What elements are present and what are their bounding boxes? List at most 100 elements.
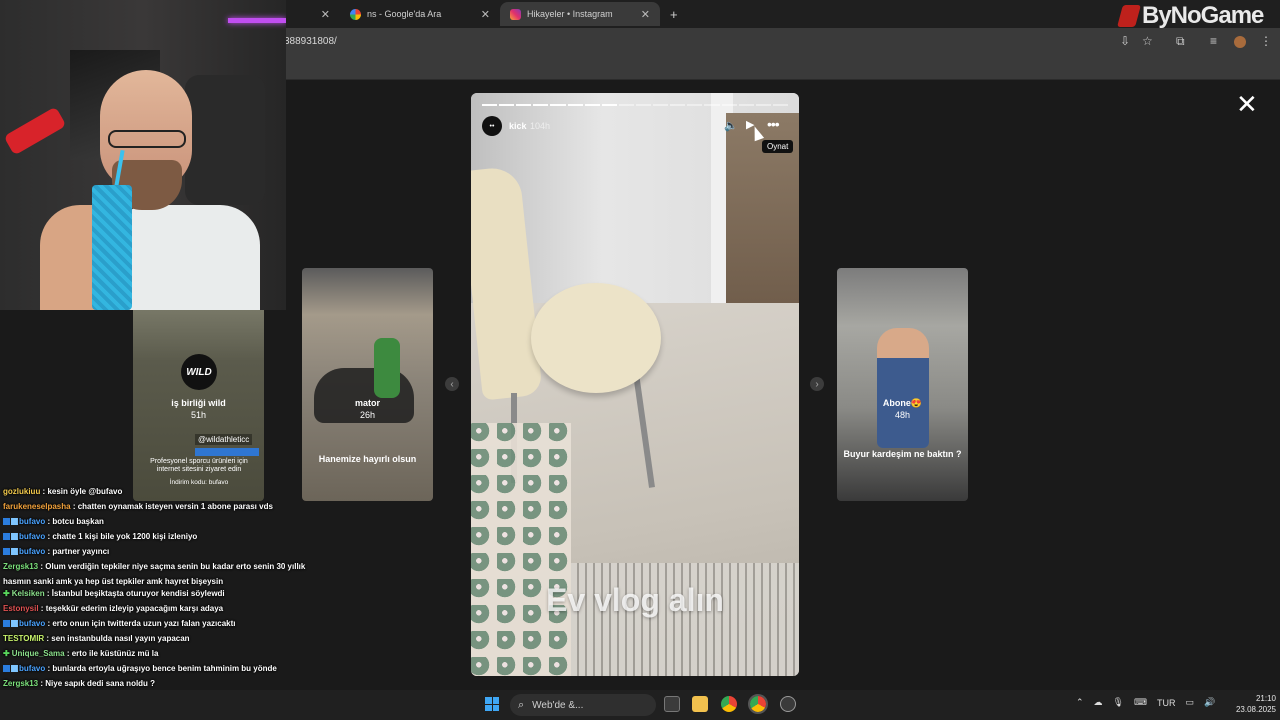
browser-tab-google[interactable]: ns - Google'da Ara ✕ <box>340 2 500 26</box>
chat-username: bufavo <box>19 547 46 556</box>
close-tab-icon[interactable]: ✕ <box>321 8 330 21</box>
chrome-icon[interactable] <box>721 696 737 712</box>
bynogame-watermark: ByNoGame <box>1117 2 1264 30</box>
app-icon[interactable] <box>780 696 796 712</box>
previous-story-button[interactable]: ‹ <box>445 377 459 391</box>
browser-tab[interactable]: ✕ <box>286 2 340 26</box>
subscriber-badge-icon <box>11 620 18 627</box>
bookmark-star-icon[interactable]: ☆ <box>1142 34 1153 48</box>
progress-segment <box>499 104 515 106</box>
taskbar-clock[interactable]: 21:10 23.08.2025 <box>1222 693 1276 715</box>
chat-message: ✚ Unique_Sama : erto ile küstünüz mü la <box>3 646 158 661</box>
tab-title: ns - Google'da Ara <box>367 9 442 19</box>
chat-text: chatten oynamak isteyen versin 1 abone p… <box>77 502 273 511</box>
story-thumb-desc: Profesyonel sporcu ürünleri için interne… <box>150 458 248 473</box>
progress-segment <box>567 104 583 106</box>
progress-segment <box>772 104 788 106</box>
system-tray: ⌃ ☁ 🎙 ⌨ TUR ▭ 🔊 <box>1076 697 1215 708</box>
close-tab-icon[interactable]: ✕ <box>481 8 490 21</box>
chat-text: kesin öyle @bufavo <box>47 487 123 496</box>
story-thumb-time: 48h <box>894 410 911 420</box>
onedrive-icon[interactable]: ☁ <box>1094 697 1103 708</box>
close-tab-icon[interactable]: ✕ <box>641 8 650 21</box>
speaker-icon[interactable]: 🔊 <box>1204 697 1215 708</box>
chat-username: bufavo <box>19 517 46 526</box>
microphone-icon[interactable]: 🎙 <box>1113 697 1124 708</box>
chrome-active-icon[interactable] <box>748 694 768 714</box>
install-app-icon[interactable]: ⇩ <box>1120 34 1130 48</box>
chat-message: Zergsk13 : Niye sapık dedi sana noldu ? <box>3 676 155 691</box>
progress-segment <box>533 104 549 106</box>
more-options-icon[interactable]: ••• <box>767 116 780 132</box>
media-control-icon[interactable]: ≡ <box>1210 34 1217 48</box>
keyboard-icon[interactable]: ⌨ <box>1134 697 1147 708</box>
progress-segment <box>584 104 600 106</box>
tray-expand-icon[interactable]: ⌃ <box>1076 697 1084 708</box>
chat-username: Estonysil <box>3 604 39 613</box>
streamer-glasses <box>108 130 186 148</box>
chat-text: teşekkür ederim izleyip yapacağım karşı … <box>45 604 224 613</box>
progress-segment <box>721 104 737 106</box>
browser-tab-instagram[interactable]: Hikayeler • Instagram ✕ <box>500 2 660 26</box>
story-thumb-name: mator <box>354 398 380 408</box>
chat-username: Unique_Sama <box>11 649 65 658</box>
chat-text: Olum verdiğin tepkiler niye saçma senin … <box>45 562 306 571</box>
chat-message: gozlukiuu : kesin öyle @bufavo <box>3 484 122 499</box>
streamer-webcam <box>0 0 286 310</box>
subscriber-badge-icon <box>3 665 10 672</box>
display-icon[interactable]: ▭ <box>1185 697 1194 708</box>
chat-text: İstanbul beşiktaşta oturuyor kendisi söy… <box>51 589 225 598</box>
file-explorer-icon[interactable] <box>692 696 708 712</box>
plus-badge-icon: ✚ <box>3 649 10 658</box>
address-bar[interactable]: 388931808/ <box>284 36 337 47</box>
clock-date: 23.08.2025 <box>1235 705 1276 714</box>
chat-separator: : <box>44 589 52 598</box>
chat-text: Niye sapık dedi sana noldu ? <box>45 679 156 688</box>
browser-menu-icon[interactable]: ⋮ <box>1260 34 1272 48</box>
streamer-shirt <box>110 205 260 310</box>
chat-username: TESTOMIR <box>3 634 45 643</box>
story-thumb-name: Abone😍 <box>882 398 923 408</box>
chat-username: Kelsiken <box>11 589 45 598</box>
windows-logo-icon <box>492 697 499 704</box>
story-username[interactable]: kick <box>509 121 527 131</box>
story-thumb-time: 26h <box>359 410 376 420</box>
windows-logo-icon <box>485 697 492 704</box>
close-story-button[interactable]: ✕ <box>1236 91 1258 117</box>
story-avatar[interactable]: •• <box>482 116 502 136</box>
instagram-favicon-icon <box>510 8 521 20</box>
clock-time: 21:10 <box>1255 694 1276 703</box>
progress-segment <box>618 104 634 106</box>
task-view-icon[interactable] <box>664 696 680 712</box>
next-story-button[interactable]: › <box>810 377 824 391</box>
new-tab-button[interactable]: + <box>660 2 684 26</box>
chat-message: farukeneselpasha : chatten oynamak istey… <box>3 499 273 514</box>
profile-avatar[interactable] <box>1234 36 1246 48</box>
story-thumb-name: iş birliği wild <box>171 398 226 408</box>
chat-message: Estonysil : teşekkür ederim izleyip yapa… <box>3 601 223 616</box>
progress-segment <box>670 104 686 106</box>
play-tooltip: Oynat <box>762 140 794 153</box>
extensions-icon[interactable]: ⧉ <box>1176 34 1185 49</box>
chat-text: chatte 1 kişi bile yok 1200 kişi izleniy… <box>52 532 198 541</box>
search-icon: ⌕ <box>518 698 525 711</box>
chat-username: gozlukiuu <box>3 487 41 496</box>
story-thumb-mator[interactable]: mator 26h Hanemize hayırlı olsun <box>302 268 433 501</box>
story-thumb-abone[interactable]: Abone😍 48h Buyur kardeşim ne baktın ? <box>837 268 968 501</box>
chat-message: bufavo : partner yayıncı <box>3 544 109 559</box>
story-thumb-tag: @wildathleticc <box>195 434 253 445</box>
watermark-text: ByNoGame <box>1142 2 1264 29</box>
taskbar-search[interactable]: ⌕ Web'de &... <box>510 694 656 716</box>
subscriber-badge-icon <box>3 620 10 627</box>
chat-text: botcu başkan <box>52 517 104 526</box>
subscriber-badge-icon <box>3 533 10 540</box>
language-indicator[interactable]: TUR <box>1157 698 1176 708</box>
volume-icon[interactable]: 🔈 <box>724 119 738 132</box>
chat-text: erto onun için twitterda uzun yazı falan… <box>52 619 236 628</box>
start-button[interactable] <box>485 697 499 711</box>
chat-message: TESTOMIR : sen instanbulda nasıl yayın y… <box>3 631 190 646</box>
subscriber-badge-icon <box>11 533 18 540</box>
bynogame-logo <box>1117 5 1141 27</box>
story-thumb-caption: Buyur kardeşim ne baktın ? <box>843 449 962 459</box>
chat-username: bufavo <box>19 619 46 628</box>
